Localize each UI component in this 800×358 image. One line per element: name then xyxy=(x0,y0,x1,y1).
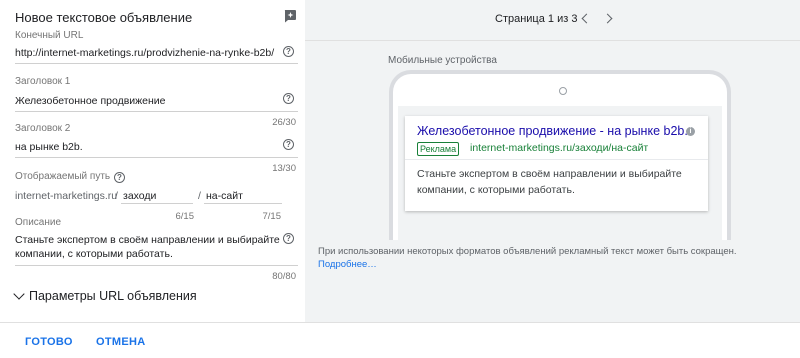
display-path-separator-1: / xyxy=(115,190,118,202)
ad-description: Станьте экспертом в своём направлении и … xyxy=(417,166,702,198)
display-path-2-counter: 7/15 xyxy=(262,211,282,222)
description-help-icon[interactable]: ? xyxy=(283,233,294,244)
ad-divider xyxy=(405,159,708,160)
page-indicator: Страница 1 из 3 xyxy=(495,13,578,25)
display-path-2-underline xyxy=(204,203,282,204)
chevron-right-icon[interactable] xyxy=(602,13,613,24)
ad-preview-panel: Страница 1 из 3 Мобильные устройства Жел… xyxy=(305,0,800,322)
display-path-2-input[interactable]: на-сайт xyxy=(206,190,243,202)
display-path-label-text: Отображаемый путь xyxy=(15,171,111,182)
description-input-line1[interactable]: Станьте экспертом в своём направлении и … xyxy=(15,234,280,246)
learn-more-link[interactable]: Подробнее… xyxy=(318,259,377,270)
headline1-help-icon[interactable]: ? xyxy=(283,93,294,104)
display-path-label: Отображаемый путь xyxy=(15,171,110,182)
final-url-label: Конечный URL xyxy=(15,30,84,41)
url-params-toggle[interactable]: Параметры URL объявления xyxy=(13,288,197,303)
form-title: Новое текстовое объявление xyxy=(15,10,193,25)
ad-description-line1: Станьте экспертом в своём направлении и … xyxy=(417,168,682,180)
display-path-1-underline xyxy=(121,203,193,204)
headline2-input[interactable]: на рынке b2b. xyxy=(15,141,83,153)
ad-form-panel: Новое текстовое объявление Конечный URL … xyxy=(0,0,305,322)
display-path-help-icon[interactable]: ? xyxy=(114,172,125,183)
ad-badge: Реклама xyxy=(417,142,460,156)
info-icon[interactable]: i xyxy=(686,127,695,136)
phone-camera-icon xyxy=(559,87,567,95)
chevron-left-icon[interactable] xyxy=(581,13,592,24)
ad-display-url: internet-marketings.ru/заходи/на-сайт xyxy=(470,142,649,154)
headline2-underline xyxy=(15,157,298,158)
ad-preview-card: Железобетонное продвижение - на рынке b2… xyxy=(405,116,708,211)
headline2-counter: 13/30 xyxy=(272,163,296,174)
device-label: Мобильные устройства xyxy=(388,55,497,66)
display-path-1-counter: 6/15 xyxy=(175,211,195,222)
chevron-down-icon xyxy=(13,288,25,300)
display-path-separator-2: / xyxy=(198,190,201,202)
final-url-help-icon[interactable]: ? xyxy=(283,46,294,57)
preview-header-divider xyxy=(305,40,800,41)
headline1-underline xyxy=(15,111,298,112)
description-label: Описание xyxy=(15,217,62,228)
headline1-counter: 26/30 xyxy=(272,117,296,128)
headline1-input[interactable]: Железобетонное продвижение xyxy=(15,95,166,107)
ad-editor: Новое текстовое объявление Конечный URL … xyxy=(0,0,800,358)
truncation-disclaimer: При использовании некоторых форматов объ… xyxy=(318,246,737,257)
final-url-underline xyxy=(15,63,298,64)
headline2-label: Заголовок 2 xyxy=(15,123,71,134)
display-path-domain: internet-marketings.ru xyxy=(15,190,118,202)
ad-suggestions-icon[interactable] xyxy=(283,9,297,23)
description-input-line2[interactable]: компании, с которыми работать. xyxy=(15,248,173,260)
headline2-help-icon[interactable]: ? xyxy=(283,139,294,150)
url-params-label: Параметры URL объявления xyxy=(29,289,197,303)
cancel-button[interactable]: ОТМЕНА xyxy=(96,336,145,348)
ad-headline[interactable]: Железобетонное продвижение - на рынке b2… xyxy=(417,124,688,138)
done-button[interactable]: ГОТОВО xyxy=(25,336,73,348)
display-path-1-input[interactable]: заходи xyxy=(123,190,156,202)
footer-bar: ГОТОВО ОТМЕНА xyxy=(0,322,800,358)
description-underline xyxy=(15,265,298,266)
description-counter: 80/80 xyxy=(272,271,296,282)
headline1-label: Заголовок 1 xyxy=(15,76,71,87)
final-url-input[interactable]: http://internet-marketings.ru/prodvizhen… xyxy=(15,47,274,59)
ad-description-line2: компании, с которыми работать. xyxy=(417,184,575,196)
